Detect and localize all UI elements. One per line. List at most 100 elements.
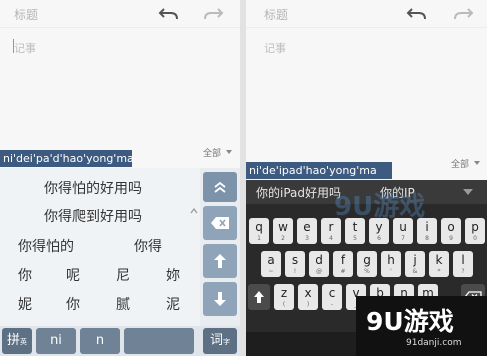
key-e[interactable]: e3 bbox=[297, 218, 317, 244]
single-char-candidate[interactable]: 泥 bbox=[166, 294, 180, 314]
title-input[interactable]: 标题 bbox=[14, 6, 38, 23]
single-char-candidate[interactable]: 呢 bbox=[66, 265, 80, 285]
title-input[interactable]: 标题 bbox=[264, 6, 288, 23]
single-char-candidate[interactable]: 你 bbox=[18, 265, 32, 285]
key-label: q bbox=[255, 220, 263, 234]
key-label: z bbox=[280, 286, 288, 300]
phrase-mode-key[interactable]: 词字 bbox=[203, 328, 237, 354]
key-sub-label: * bbox=[437, 268, 441, 275]
key-sub-label: ? bbox=[461, 268, 465, 275]
key-k[interactable]: k * bbox=[429, 251, 449, 277]
caret-down-icon[interactable] bbox=[474, 161, 480, 165]
phrase-sub-label: 字 bbox=[223, 338, 230, 346]
key-label: l bbox=[461, 253, 465, 267]
syllable-key[interactable]: n bbox=[80, 328, 120, 354]
single-char-candidate[interactable]: 你 bbox=[66, 294, 80, 314]
arrow-up-icon bbox=[214, 254, 226, 268]
key-c[interactable]: c- bbox=[322, 284, 342, 310]
watermark-center: 9U游戏 bbox=[334, 186, 425, 223]
key-label: e bbox=[303, 220, 311, 234]
key-h[interactable]: h ' bbox=[381, 251, 401, 277]
key-sub-label: - bbox=[330, 301, 334, 308]
key-sub-label: % bbox=[364, 268, 370, 275]
left-ime-keyboard: 你得怕的好用吗 你得爬到好用吗 你得怕的 你得 你 呢 尼 妳 妮 你 腻 泥 bbox=[0, 168, 240, 356]
single-char-candidate[interactable]: 妮 bbox=[18, 294, 32, 314]
candidate-item[interactable]: 你得 bbox=[134, 236, 162, 256]
watermark-center-text: 9U游戏 bbox=[334, 192, 426, 222]
key-x[interactable]: x) bbox=[298, 284, 318, 310]
chevron-up-icon[interactable] bbox=[190, 208, 198, 214]
key-label: k bbox=[435, 253, 443, 267]
expand-icon bbox=[214, 181, 226, 193]
backspace-icon bbox=[211, 217, 229, 229]
key-sub-label: 1 bbox=[257, 235, 261, 242]
pinyin-composition-bar: ni'dei'pa'd'hao'yong'ma bbox=[0, 150, 134, 167]
arrow-down-icon bbox=[214, 292, 226, 306]
key-label: d bbox=[315, 253, 323, 267]
key-sub-label: 0 bbox=[473, 235, 477, 242]
left-phone-screen: 标题 记事 全部 ni'dei'pa'd'hao'yong'ma 你得怕的好用吗… bbox=[0, 0, 240, 356]
caret-down-icon[interactable] bbox=[462, 188, 474, 196]
key-sub-label: ) bbox=[306, 301, 310, 308]
scroll-up-button[interactable] bbox=[203, 244, 237, 278]
key-sub-label: 4 bbox=[329, 235, 333, 242]
key-f[interactable]: f # bbox=[333, 251, 353, 277]
key-s[interactable]: s! bbox=[285, 251, 305, 277]
key-j[interactable]: j & bbox=[405, 251, 425, 277]
caret-down-icon[interactable] bbox=[226, 150, 232, 154]
mode-sub-label: 英 bbox=[20, 338, 27, 346]
key-sub-label: @ bbox=[316, 268, 322, 275]
watermark-logo: 9U游戏 91danji.com bbox=[356, 296, 487, 356]
undo-icon[interactable] bbox=[406, 4, 428, 22]
key-a[interactable]: a ~ bbox=[261, 251, 281, 277]
key-w[interactable]: w2 bbox=[273, 218, 293, 244]
keyboard-bottom-row: 拼英 ni n 词字 bbox=[0, 326, 240, 356]
syllable-key[interactable]: ni bbox=[36, 328, 76, 354]
key-sub-label: & bbox=[412, 268, 418, 275]
scroll-down-button[interactable] bbox=[203, 282, 237, 316]
expand-candidates-button[interactable] bbox=[203, 172, 237, 202]
candidate-item[interactable]: 你得怕的 bbox=[18, 236, 74, 256]
pinyin-mode-key[interactable]: 拼英 bbox=[2, 328, 32, 354]
key-d[interactable]: d @ bbox=[309, 251, 329, 277]
key-g[interactable]: g% bbox=[357, 251, 377, 277]
pinyin-composition-bar: ni'de'ipad'hao'yong'ma bbox=[246, 162, 392, 179]
single-char-candidate[interactable]: 尼 bbox=[116, 265, 130, 285]
note-body-input[interactable]: 记事 bbox=[264, 40, 286, 56]
key-sub-label: 2 bbox=[281, 235, 285, 242]
single-char-candidate[interactable]: 腻 bbox=[116, 294, 130, 314]
key-sub-label: 6 bbox=[377, 235, 381, 242]
redo-icon[interactable] bbox=[452, 4, 474, 22]
single-char-candidate[interactable]: 妳 bbox=[166, 265, 180, 285]
key-o[interactable]: o9 bbox=[441, 218, 461, 244]
undo-icon[interactable] bbox=[158, 4, 180, 22]
key-sub-label: 8 bbox=[425, 235, 429, 242]
watermark-logo-text: 9U游戏 bbox=[366, 307, 454, 336]
candidate-item[interactable]: 你得爬到好用吗 bbox=[44, 206, 142, 226]
redo-icon[interactable] bbox=[202, 4, 224, 22]
all-label[interactable]: 全部 bbox=[203, 146, 221, 159]
note-title-bar: 标题 bbox=[246, 0, 487, 28]
key-label: h bbox=[387, 253, 395, 267]
key-label: o bbox=[447, 220, 455, 234]
all-label[interactable]: 全部 bbox=[451, 157, 469, 170]
key-label: x bbox=[304, 286, 312, 300]
key-l[interactable]: l? bbox=[453, 251, 473, 277]
note-body-input[interactable]: 记事 bbox=[14, 40, 36, 56]
key-q[interactable]: q1 bbox=[249, 218, 269, 244]
space-key[interactable] bbox=[124, 328, 194, 354]
shift-key[interactable] bbox=[248, 284, 270, 310]
key-sub-label: 7 bbox=[401, 235, 405, 242]
shift-icon bbox=[254, 291, 264, 303]
delete-button[interactable] bbox=[203, 206, 237, 240]
key-label: g bbox=[363, 253, 371, 267]
key-sub-label: 3 bbox=[305, 235, 309, 242]
key-z[interactable]: z( bbox=[274, 284, 294, 310]
key-p[interactable]: p0 bbox=[465, 218, 485, 244]
candidate-item[interactable]: 你的iPad好用吗 bbox=[256, 184, 341, 201]
key-sub-label: ' bbox=[390, 268, 392, 275]
syllable-label: n bbox=[95, 333, 105, 348]
key-sub-label: ! bbox=[293, 268, 297, 275]
candidate-item[interactable]: 你得怕的好用吗 bbox=[44, 178, 142, 198]
key-label: f bbox=[340, 253, 346, 267]
